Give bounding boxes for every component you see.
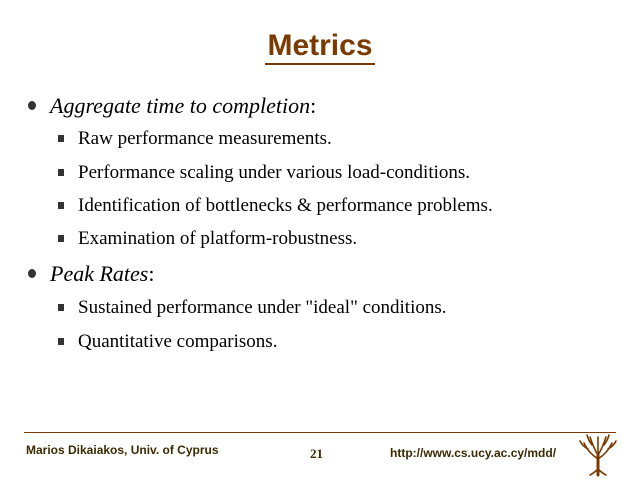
round-bullet-icon: [28, 269, 36, 279]
footer-url: http://www.cs.ucy.ac.cy/mdd/: [390, 446, 557, 460]
bullet-label: Aggregate time to completion: [50, 93, 311, 118]
list-item-text: Raw performance measurements.: [78, 128, 332, 149]
list-item-text: Examination of platform-robustness.: [78, 228, 358, 249]
square-bullet-icon: [58, 338, 64, 346]
footer-author: Marios Dikaiakos, Univ. of Cyprus: [26, 443, 219, 457]
university-tree-logo-icon: [579, 434, 617, 477]
round-bullet-icon: [28, 101, 36, 111]
bullet-suffix: :: [310, 93, 317, 118]
square-bullet-icon: [58, 202, 64, 210]
list-item: Quantitative comparisons.: [58, 331, 277, 353]
page-number: 21: [310, 446, 323, 461]
bullet-suffix: :: [148, 261, 155, 286]
list-item: Examination of platform-robustness.: [58, 228, 357, 250]
bullet-list: Aggregate time to completion: Raw perfor…: [0, 0, 640, 420]
square-bullet-icon: [58, 135, 64, 143]
list-item-text: Sustained performance under "ideal" cond…: [78, 297, 447, 318]
list-item: Identification of bottlenecks & performa…: [58, 195, 493, 217]
square-bullet-icon: [58, 169, 64, 177]
bullet-level1-completion: Aggregate time to completion:: [28, 93, 316, 119]
list-item: Performance scaling under various load-c…: [58, 162, 470, 184]
bullet-level1-peak-rates: Peak Rates:: [28, 261, 154, 287]
footer-divider: [24, 432, 616, 433]
list-item-text: Quantitative comparisons.: [78, 331, 278, 352]
list-item-text: Performance scaling under various load-c…: [78, 162, 471, 183]
list-item: Raw performance measurements.: [58, 128, 332, 150]
bullet-label: Peak Rates: [50, 261, 149, 286]
list-item: Sustained performance under "ideal" cond…: [58, 297, 447, 319]
square-bullet-icon: [58, 235, 64, 243]
square-bullet-icon: [58, 304, 64, 312]
list-item-text: Identification of bottlenecks & performa…: [78, 195, 493, 216]
